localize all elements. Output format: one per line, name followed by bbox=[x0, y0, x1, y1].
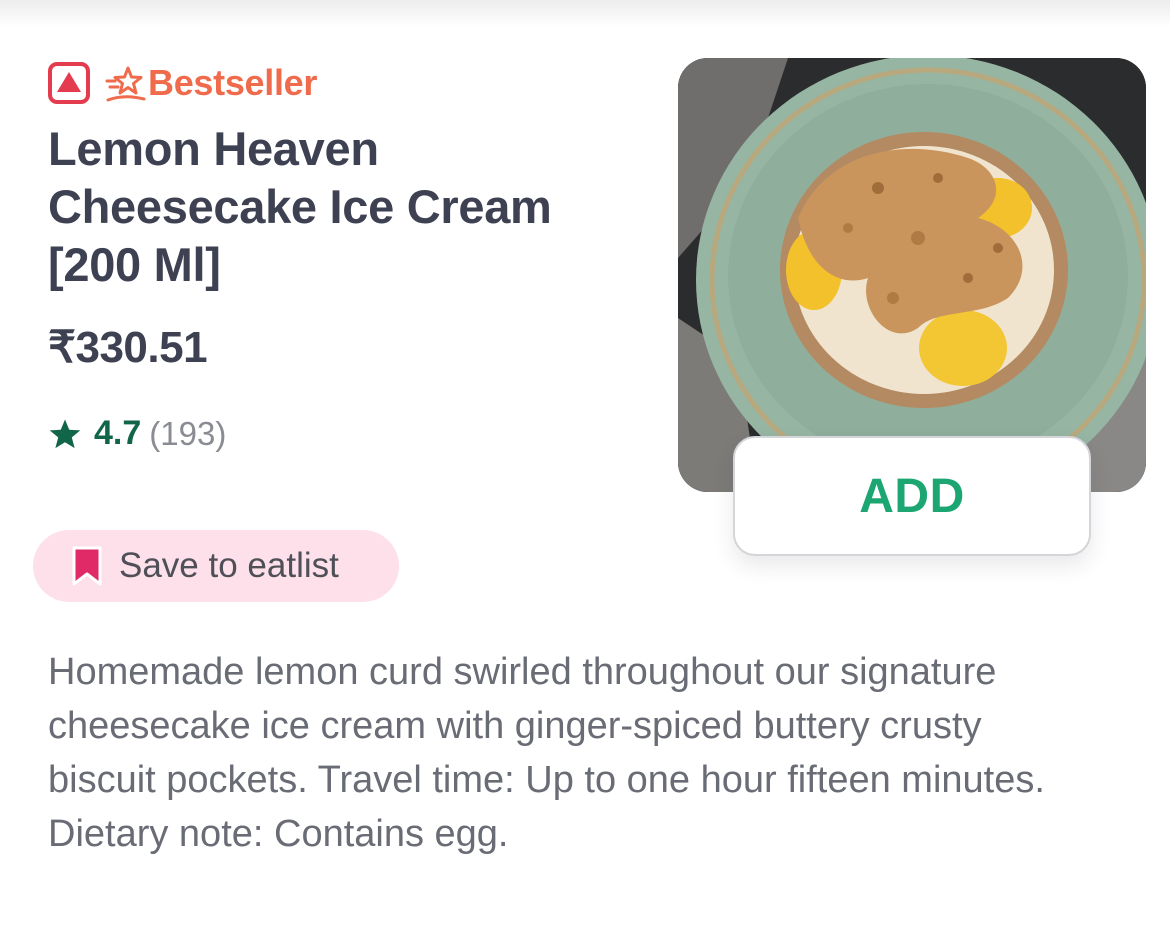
add-button[interactable]: ADD bbox=[733, 436, 1091, 556]
item-image[interactable] bbox=[678, 58, 1146, 492]
item-price: ₹330.51 bbox=[48, 323, 208, 372]
save-to-eatlist-button[interactable]: Save to eatlist bbox=[33, 530, 399, 602]
non-veg-icon bbox=[48, 62, 90, 104]
bestseller-star-icon bbox=[105, 66, 146, 102]
bookmark-icon bbox=[72, 546, 102, 586]
rating-row: 4.7 (193) bbox=[48, 414, 226, 453]
item-description: Homemade lemon curd swirled throughout o… bbox=[48, 651, 1045, 855]
star-icon bbox=[49, 419, 81, 448]
menu-item-card: Bestseller Lemon Heaven Cheesecake Ice C… bbox=[0, 0, 1170, 926]
rating-count: (193) bbox=[149, 414, 227, 452]
save-to-eatlist-label: Save to eatlist bbox=[119, 546, 339, 585]
rating-value: 4.7 bbox=[94, 414, 142, 452]
bestseller-label: Bestseller bbox=[148, 62, 318, 103]
badge-row: Bestseller bbox=[48, 60, 317, 106]
item-title: Lemon Heaven Cheesecake Ice Cream [200 M… bbox=[48, 122, 552, 291]
